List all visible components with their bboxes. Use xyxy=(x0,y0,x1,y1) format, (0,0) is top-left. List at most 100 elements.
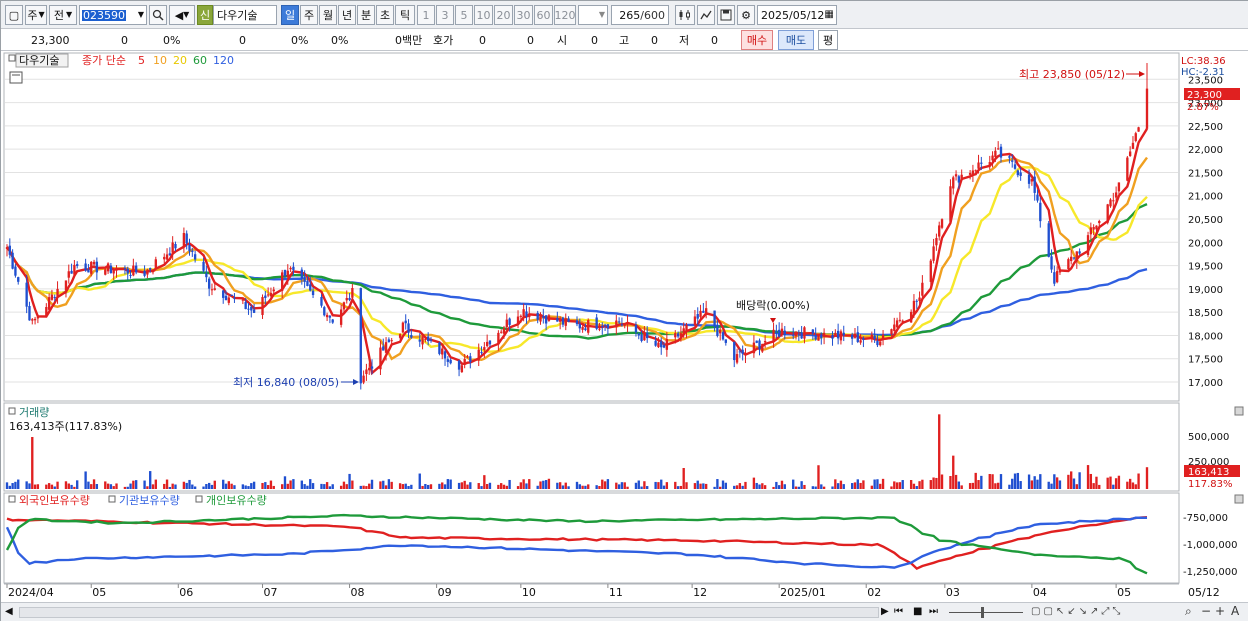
interval-5[interactable]: 5 xyxy=(455,5,473,25)
candle-body xyxy=(792,334,795,336)
bottom-scrollbar[interactable]: ◀ ▶ ⏮ ■ ⏭ ▢▢↖↙↘↗⤢⤡ ⌕ − + A xyxy=(1,602,1248,621)
candle-body xyxy=(289,267,292,270)
ma-20-label: 20 xyxy=(173,54,187,67)
prev-button[interactable]: 전 ▼ xyxy=(49,5,77,25)
font-size-icon[interactable]: A xyxy=(1231,604,1239,618)
interval-120[interactable]: 120 xyxy=(554,5,576,25)
zoom-out-icon[interactable]: − xyxy=(1201,604,1211,618)
tab-week[interactable]: 주 xyxy=(300,5,318,25)
volume-bar xyxy=(1070,471,1073,489)
fast-forward-icon[interactable]: ⏭ xyxy=(929,606,938,617)
volume-bar xyxy=(264,482,267,489)
candle-body xyxy=(814,334,817,340)
tab-minute[interactable]: 분 xyxy=(357,5,375,25)
volume-bar xyxy=(424,483,427,489)
tab-year[interactable]: 년 xyxy=(338,5,356,25)
volume-bar xyxy=(777,485,781,489)
x-axis-label: 06 xyxy=(179,586,193,599)
tab-month[interactable]: 월 xyxy=(319,5,337,25)
date-input[interactable]: 2025/05/12 ▦ xyxy=(757,5,837,25)
tab-day[interactable]: 일 xyxy=(281,5,299,25)
volume-bar xyxy=(261,482,264,489)
search-icon[interactable]: ⌕ xyxy=(1185,604,1192,619)
candle-body xyxy=(836,330,840,339)
stock-chart[interactable]: 다우기술 종가 단순 5 10 20 60 120 최고 23,850 (05/… xyxy=(1,51,1248,602)
candle-body xyxy=(1098,221,1101,224)
save-icon[interactable] xyxy=(717,5,735,25)
scroll-right-icon[interactable]: ▶ xyxy=(881,606,889,617)
volume-bar xyxy=(247,486,250,489)
volume-bar xyxy=(171,483,174,489)
zoom-slider-handle[interactable] xyxy=(981,607,984,618)
candle-body xyxy=(185,233,188,244)
volume-bar xyxy=(466,484,469,489)
candle-body xyxy=(351,288,354,298)
volume-bar xyxy=(115,483,118,489)
x-axis-label: 07 xyxy=(264,586,278,599)
candle-body xyxy=(424,338,427,340)
count-input[interactable]: 265/600 xyxy=(611,5,669,25)
tab-second[interactable]: 초 xyxy=(376,5,394,25)
stock-code-input[interactable]: 023590 ▼ xyxy=(79,5,147,25)
search-icon[interactable] xyxy=(149,5,167,25)
candle-body xyxy=(842,332,845,336)
zoom-in-icon[interactable]: + xyxy=(1215,604,1225,618)
interval-20[interactable]: 20 xyxy=(494,5,513,25)
interval-1[interactable]: 1 xyxy=(417,5,435,25)
candle-body xyxy=(556,318,559,322)
candle-body xyxy=(182,232,186,247)
stop-icon[interactable]: ■ xyxy=(913,606,922,617)
calculator-icon[interactable] xyxy=(9,71,23,84)
volume-bar xyxy=(379,481,382,489)
period-select[interactable]: 주 ▼ xyxy=(25,5,47,25)
interval-3[interactable]: 3 xyxy=(436,5,454,25)
candle-type-icon[interactable] xyxy=(675,5,695,25)
candle-body xyxy=(427,336,430,342)
candle-body xyxy=(311,290,315,296)
volume-bar xyxy=(143,480,146,489)
candle-body xyxy=(446,359,450,362)
volume-bar xyxy=(1098,484,1101,489)
candle-body xyxy=(36,317,40,319)
buy-button[interactable]: 매수 xyxy=(741,30,773,50)
scroll-left-icon[interactable]: ◀ xyxy=(5,606,13,617)
window-icon[interactable]: ▢ xyxy=(5,5,23,25)
candle-body xyxy=(163,256,166,260)
interval-60[interactable]: 60 xyxy=(534,5,553,25)
change-pct: 0% xyxy=(163,33,181,47)
volume-close-icon[interactable] xyxy=(1234,406,1244,416)
candle-body xyxy=(202,261,205,271)
tab-tick[interactable]: 틱 xyxy=(395,5,415,25)
candle-body xyxy=(856,332,859,342)
tool-icons[interactable]: ▢▢↖↙↘↗⤢⤡ xyxy=(1031,606,1123,617)
gear-icon[interactable]: ⚙ xyxy=(737,5,755,25)
candle-body xyxy=(429,339,433,341)
candle-body xyxy=(76,264,79,267)
candle-body xyxy=(250,306,253,311)
chart-area[interactable]: 다우기술 종가 단순 5 10 20 60 120 최고 23,850 (05/… xyxy=(1,51,1248,602)
open-label: 시 xyxy=(557,34,568,47)
sound-icon[interactable]: ◀ ▼ xyxy=(169,5,195,25)
x-axis-label: 10 xyxy=(522,586,536,599)
flat-button[interactable]: 평 xyxy=(818,30,838,50)
price-tick-label: 19,500 xyxy=(1188,262,1223,273)
candle-body xyxy=(365,369,368,375)
line-chart-icon[interactable] xyxy=(697,5,715,25)
interval-dropdown[interactable]: ▼ xyxy=(578,5,608,25)
stock-name-field[interactable]: 다우기술 xyxy=(213,5,277,25)
scroll-track[interactable] xyxy=(19,607,879,618)
volume-bar xyxy=(929,480,932,489)
price-tick-label: 21,000 xyxy=(1188,192,1223,203)
candle-body xyxy=(1011,160,1014,162)
holding-close-icon[interactable] xyxy=(1234,494,1244,504)
sell-button[interactable]: 매도 xyxy=(778,30,814,50)
interval-10[interactable]: 10 xyxy=(474,5,493,25)
volume-bar xyxy=(587,484,590,489)
candle-body xyxy=(460,365,464,373)
interval-30[interactable]: 30 xyxy=(514,5,533,25)
volume-bar xyxy=(446,479,450,489)
volume-bar xyxy=(1055,477,1059,489)
candle-body xyxy=(949,186,952,222)
rewind-icon[interactable]: ⏮ xyxy=(894,606,903,617)
zoom-slider[interactable] xyxy=(949,606,1023,618)
